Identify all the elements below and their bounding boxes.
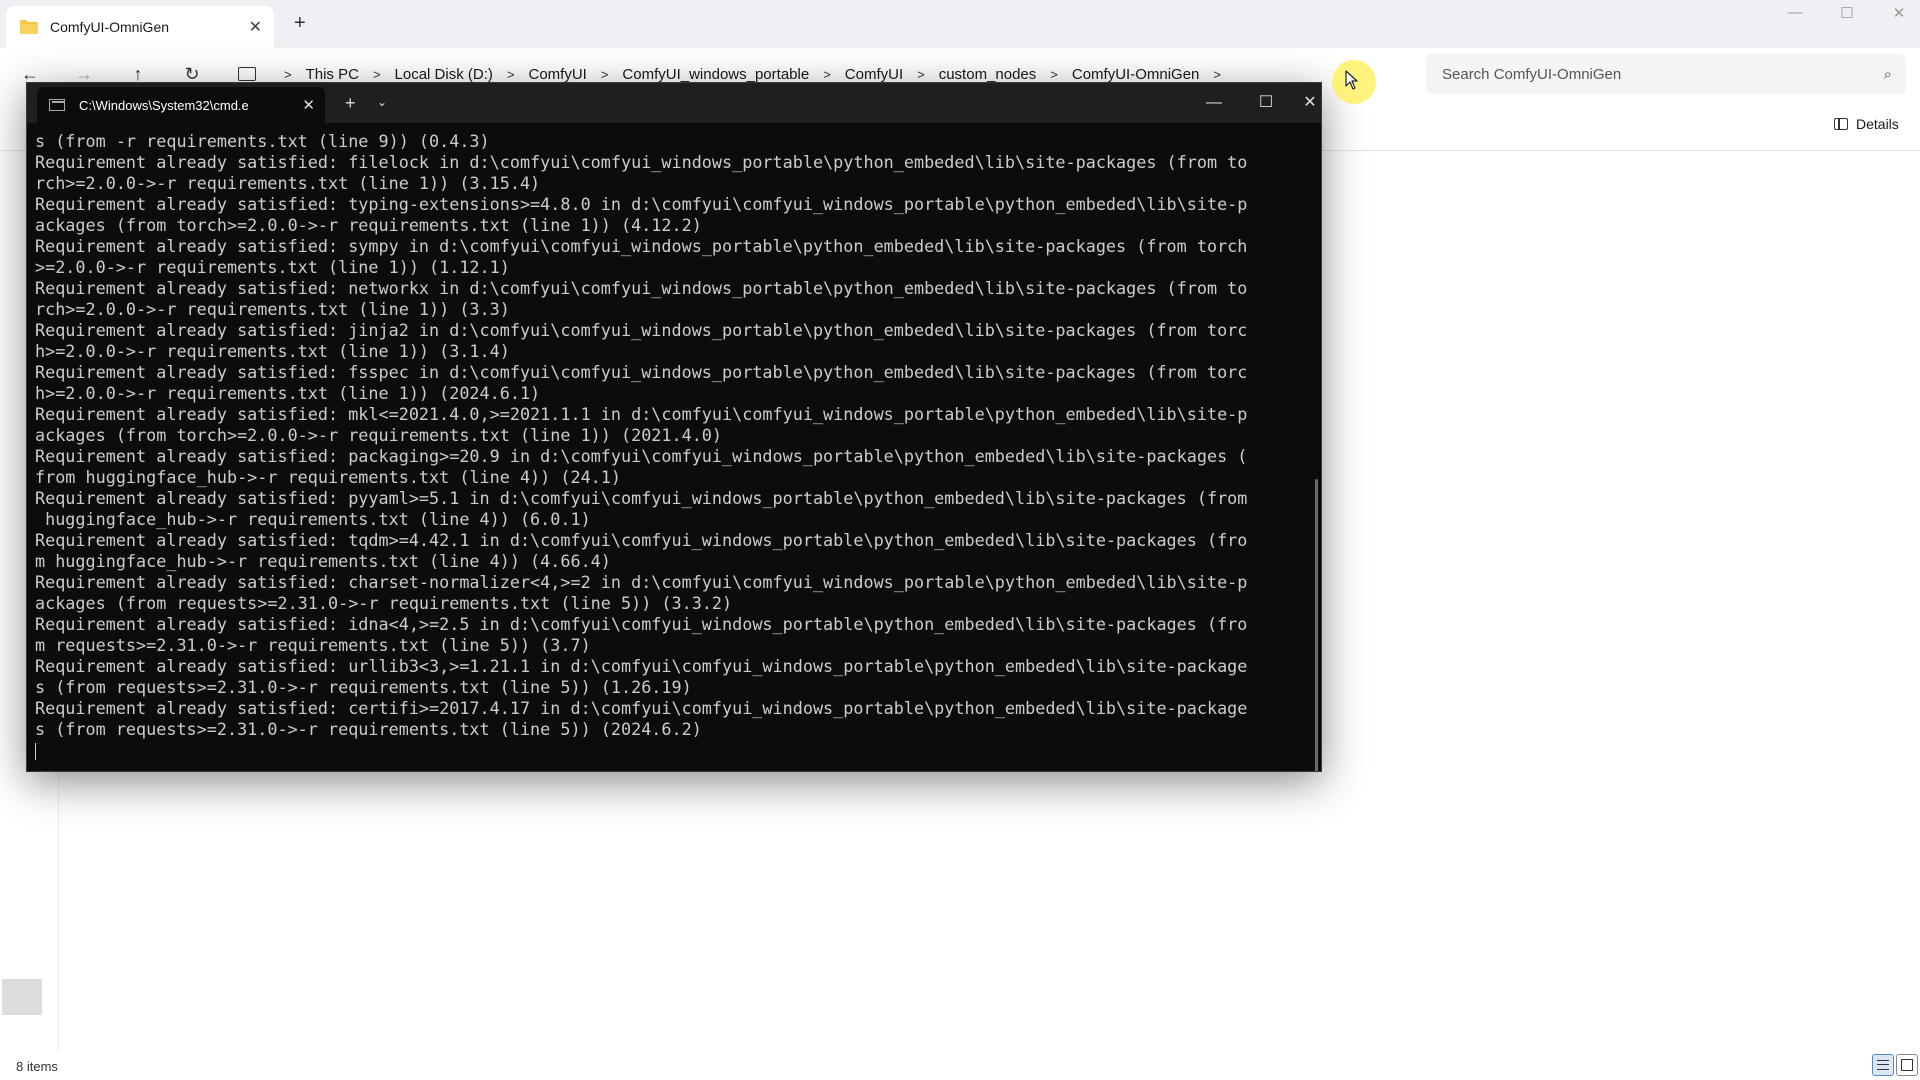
terminal-window[interactable]: C:\Windows\System32\cmd.e ✕ + ⌄ — ☐ ✕ s … (26, 82, 1322, 772)
tiles-view-icon (1901, 1059, 1913, 1071)
terminal-tab[interactable]: C:\Windows\System32\cmd.e ✕ (37, 87, 325, 123)
terminal-output[interactable]: s (from -r requirements.txt (line 9)) (0… (35, 131, 1295, 761)
explorer-tab-bar: ComfyUI-OmniGen ✕ + — ☐ ✕ (0, 0, 1920, 48)
terminal-line: rch>=2.0.0->-r requirements.txt (line 1)… (35, 173, 541, 193)
minimize-icon[interactable]: — (1772, 4, 1818, 26)
terminal-line: Requirement already satisfied: filelock … (35, 152, 1248, 172)
maximize-icon[interactable]: ☐ (1243, 89, 1289, 117)
breadcrumb-comfyui[interactable]: ComfyUI (528, 66, 586, 83)
new-tab-button[interactable]: + (294, 12, 306, 35)
chevron-right-icon[interactable]: > (1213, 67, 1221, 82)
terminal-line: m huggingface_hub->-r requirements.txt (… (35, 551, 611, 571)
chevron-right-icon[interactable]: > (1050, 67, 1058, 82)
breadcrumb-comfyui-omnigen[interactable]: ComfyUI-OmniGen (1072, 66, 1200, 83)
close-window-icon[interactable]: ✕ (1876, 4, 1920, 26)
text-caret (35, 742, 36, 760)
terminal-line: Requirement already satisfied: tqdm>=4.4… (35, 530, 1248, 550)
chevron-down-icon[interactable]: ⌄ (377, 95, 387, 109)
close-icon[interactable]: ✕ (249, 17, 262, 37)
terminal-line: h>=2.0.0->-r requirements.txt (line 1)) … (35, 341, 510, 361)
chevron-right-icon[interactable]: > (917, 67, 925, 82)
terminal-prompt-line[interactable] (35, 740, 1295, 761)
computer-icon[interactable] (238, 67, 256, 85)
terminal-scrollbar[interactable] (1315, 479, 1318, 771)
terminal-line: Requirement already satisfied: networkx … (35, 278, 1248, 298)
list-view-icon (1877, 1060, 1889, 1070)
chevron-right-icon[interactable]: > (507, 67, 515, 82)
terminal-line: ackages (from requests>=2.31.0->-r requi… (35, 593, 733, 613)
search-icon[interactable]: ⌕ (1884, 66, 1892, 83)
explorer-tab[interactable]: ComfyUI-OmniGen ✕ (6, 6, 274, 48)
terminal-title-bar: C:\Windows\System32\cmd.e ✕ + ⌄ — ☐ ✕ (27, 83, 1321, 123)
search-input[interactable] (1440, 64, 1884, 84)
tiles-view-button[interactable] (1896, 1054, 1918, 1076)
sidebar-selected-item[interactable] (2, 979, 42, 1015)
chevron-right-icon[interactable]: > (284, 67, 292, 82)
minimize-icon[interactable]: — (1191, 89, 1237, 117)
chevron-right-icon[interactable]: > (823, 67, 831, 82)
terminal-line: >=2.0.0->-r requirements.txt (line 1)) (… (35, 257, 510, 277)
terminal-icon (49, 99, 65, 111)
mouse-cursor-icon (1345, 70, 1358, 90)
terminal-line: huggingface_hub->-r requirements.txt (li… (35, 509, 591, 529)
close-window-icon[interactable]: ✕ (1295, 89, 1321, 117)
terminal-line: m requests>=2.31.0->-r requirements.txt … (35, 635, 591, 655)
explorer-tab-title: ComfyUI-OmniGen (50, 19, 170, 35)
breadcrumb-this-pc[interactable]: This PC (306, 66, 359, 83)
terminal-line: s (from requests>=2.31.0->-r requirement… (35, 677, 692, 697)
terminal-line: Requirement already satisfied: jinja2 in… (35, 320, 1248, 340)
terminal-line: h>=2.0.0->-r requirements.txt (line 1)) … (35, 383, 541, 403)
terminal-line: Requirement already satisfied: idna<4,>=… (35, 614, 1248, 634)
maximize-icon[interactable]: ☐ (1824, 4, 1870, 26)
breadcrumb-comfyui-windows-portable[interactable]: ComfyUI_windows_portable (622, 66, 809, 83)
terminal-line: Requirement already satisfied: packaging… (35, 446, 1248, 466)
status-bar: 8 items (0, 1052, 1920, 1080)
breadcrumb-custom-nodes[interactable]: custom_nodes (939, 66, 1037, 83)
terminal-line: ackages (from torch>=2.0.0->-r requireme… (35, 215, 702, 235)
terminal-line: Requirement already satisfied: charset-n… (35, 572, 1248, 592)
folder-icon (20, 20, 38, 34)
terminal-line: ackages (from torch>=2.0.0->-r requireme… (35, 425, 723, 445)
breadcrumb-comfyui-inner[interactable]: ComfyUI (845, 66, 903, 83)
terminal-line: s (from -r requirements.txt (line 9)) (0… (35, 131, 490, 151)
terminal-line: Requirement already satisfied: mkl<=2021… (35, 404, 1248, 424)
details-label: Details (1856, 116, 1899, 132)
terminal-line: Requirement already satisfied: pyyaml>=5… (35, 488, 1248, 508)
details-button[interactable]: Details (1834, 116, 1899, 132)
terminal-line: s (from requests>=2.31.0->-r requirement… (35, 719, 702, 739)
terminal-line: Requirement already satisfied: certifi>=… (35, 698, 1248, 718)
close-icon[interactable]: ✕ (302, 96, 315, 114)
details-pane-icon (1834, 118, 1848, 130)
terminal-line: Requirement already satisfied: urllib3<3… (35, 656, 1248, 676)
breadcrumb-local-disk[interactable]: Local Disk (D:) (395, 66, 493, 83)
search-box[interactable]: ⌕ (1426, 54, 1906, 94)
terminal-line: Requirement already satisfied: fsspec in… (35, 362, 1248, 382)
chevron-right-icon[interactable]: > (601, 67, 609, 82)
new-tab-button[interactable]: + (345, 93, 356, 114)
terminal-line: Requirement already satisfied: sympy in … (35, 236, 1248, 256)
terminal-line: from huggingface_hub->-r requirements.tx… (35, 467, 621, 487)
item-count: 8 items (16, 1059, 58, 1074)
details-view-button[interactable] (1872, 1054, 1894, 1076)
terminal-line: rch>=2.0.0->-r requirements.txt (line 1)… (35, 299, 510, 319)
terminal-line: Requirement already satisfied: typing-ex… (35, 194, 1248, 214)
terminal-tab-title: C:\Windows\System32\cmd.e (79, 97, 249, 113)
chevron-right-icon[interactable]: > (373, 67, 381, 82)
